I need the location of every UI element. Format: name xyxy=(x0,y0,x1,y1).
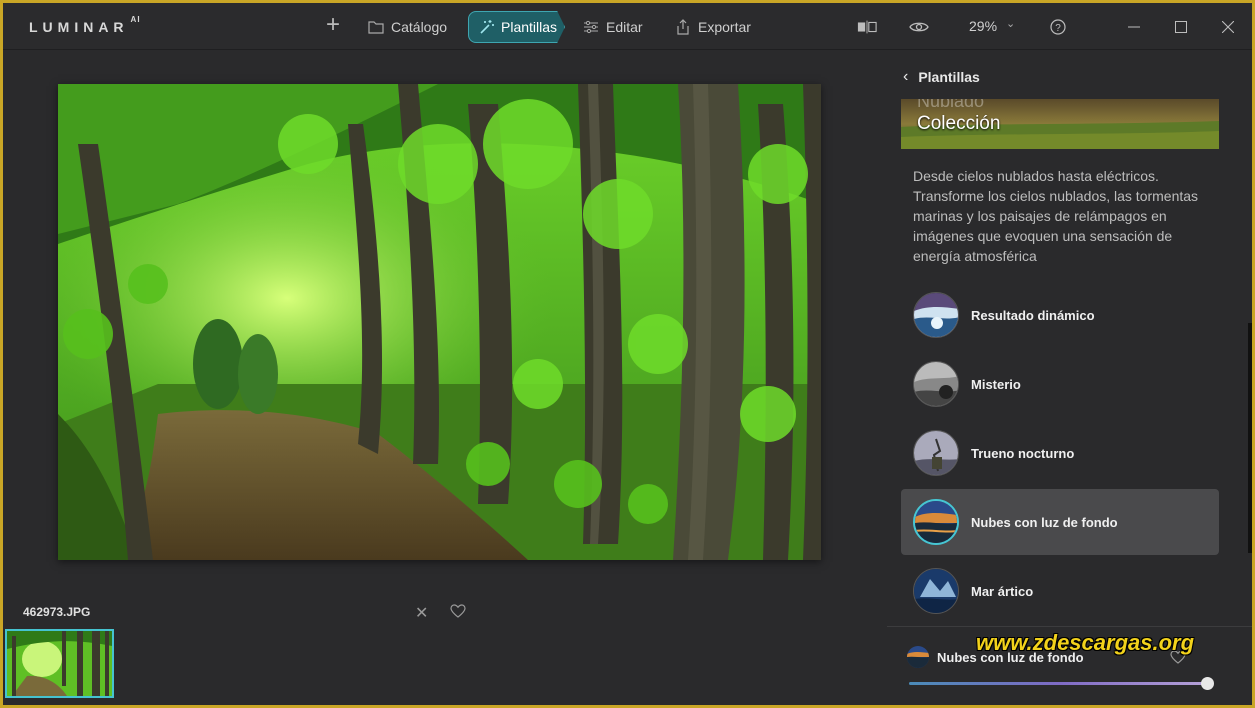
tab-edit-label: Editar xyxy=(606,19,643,35)
heart-icon[interactable] xyxy=(450,603,466,619)
tab-export-label: Exportar xyxy=(698,19,751,35)
preset-label: Misterio xyxy=(971,376,1021,392)
preset-thumbnail xyxy=(913,430,959,476)
title-bar: LUMINAR AI + Catálogo Plantillas Editar E… xyxy=(3,3,1252,50)
preset-item[interactable]: Mar ártico xyxy=(901,558,1219,624)
applied-template-thumbnail xyxy=(907,646,929,668)
reject-icon[interactable]: ✕ xyxy=(415,603,428,623)
maximize-icon[interactable] xyxy=(1171,17,1191,37)
back-label: Plantillas xyxy=(918,69,980,85)
preset-thumbnail xyxy=(913,568,959,614)
add-photos-button[interactable]: + xyxy=(326,13,340,37)
preset-label: Nubes con luz de fondo xyxy=(971,514,1118,530)
app-logo: LUMINAR AI xyxy=(29,15,141,35)
collection-banner: Nublado Colección xyxy=(901,99,1219,149)
app-window: LUMINAR AI + Catálogo Plantillas Editar E… xyxy=(3,3,1252,705)
filename-label: 462973.JPG xyxy=(23,605,91,619)
banner-ghost-text: Nublado xyxy=(917,99,985,111)
tab-catalog[interactable]: Catálogo xyxy=(368,14,447,40)
chevron-down-icon[interactable]: ⌄ xyxy=(1006,17,1015,30)
back-button[interactable]: ‹ Plantillas xyxy=(903,68,980,86)
zoom-level[interactable]: 29% xyxy=(969,18,997,34)
panel-scrollbar[interactable] xyxy=(1248,323,1252,553)
preset-label: Trueno nocturno xyxy=(971,445,1075,461)
compare-icon[interactable] xyxy=(857,17,877,37)
eye-icon[interactable] xyxy=(909,17,929,37)
collection-description: Desde cielos nublados hasta eléctricos. … xyxy=(913,168,1199,264)
forest-path-image xyxy=(58,84,821,560)
minimize-icon[interactable] xyxy=(1124,17,1144,37)
tab-templates-label: Plantillas xyxy=(501,19,558,35)
thumbnail-image xyxy=(7,631,112,696)
main-photo[interactable] xyxy=(58,84,821,560)
collection-title: Colección xyxy=(917,113,1001,134)
preset-label: Resultado dinámico xyxy=(971,307,1095,323)
help-icon[interactable]: ? xyxy=(1048,17,1068,37)
watermark-text: www.zdescargas.org xyxy=(976,630,1195,655)
chevron-left-icon: ‹ xyxy=(903,68,909,85)
tab-export[interactable]: Exportar xyxy=(675,14,751,40)
close-icon[interactable] xyxy=(1218,17,1238,37)
preset-thumbnail xyxy=(913,361,959,407)
preset-thumbnail xyxy=(913,292,959,338)
svg-text:?: ? xyxy=(1055,23,1061,34)
tab-edit[interactable]: Editar xyxy=(583,14,643,40)
folder-icon xyxy=(368,21,384,34)
templates-panel: ‹ Plantillas Nublado Colección Desde cie… xyxy=(887,51,1252,705)
amount-slider-handle[interactable] xyxy=(1201,677,1214,690)
preset-item-selected[interactable]: Nubes con luz de fondo xyxy=(901,489,1219,555)
filmstrip-thumbnail[interactable] xyxy=(5,629,114,698)
share-icon xyxy=(677,19,689,35)
preset-label: Mar ártico xyxy=(971,583,1034,599)
sliders-icon xyxy=(584,20,598,34)
preset-item[interactable]: Resultado dinámico xyxy=(901,282,1219,348)
amount-slider-track[interactable] xyxy=(909,682,1209,685)
tab-catalog-label: Catálogo xyxy=(391,19,448,35)
preset-item[interactable]: Trueno nocturno xyxy=(901,420,1219,486)
preset-item[interactable]: Misterio xyxy=(901,351,1219,417)
preset-thumbnail xyxy=(913,499,959,545)
magic-wand-icon xyxy=(480,20,494,34)
panel-divider xyxy=(887,626,1252,627)
tab-templates[interactable]: Plantillas xyxy=(468,11,565,43)
